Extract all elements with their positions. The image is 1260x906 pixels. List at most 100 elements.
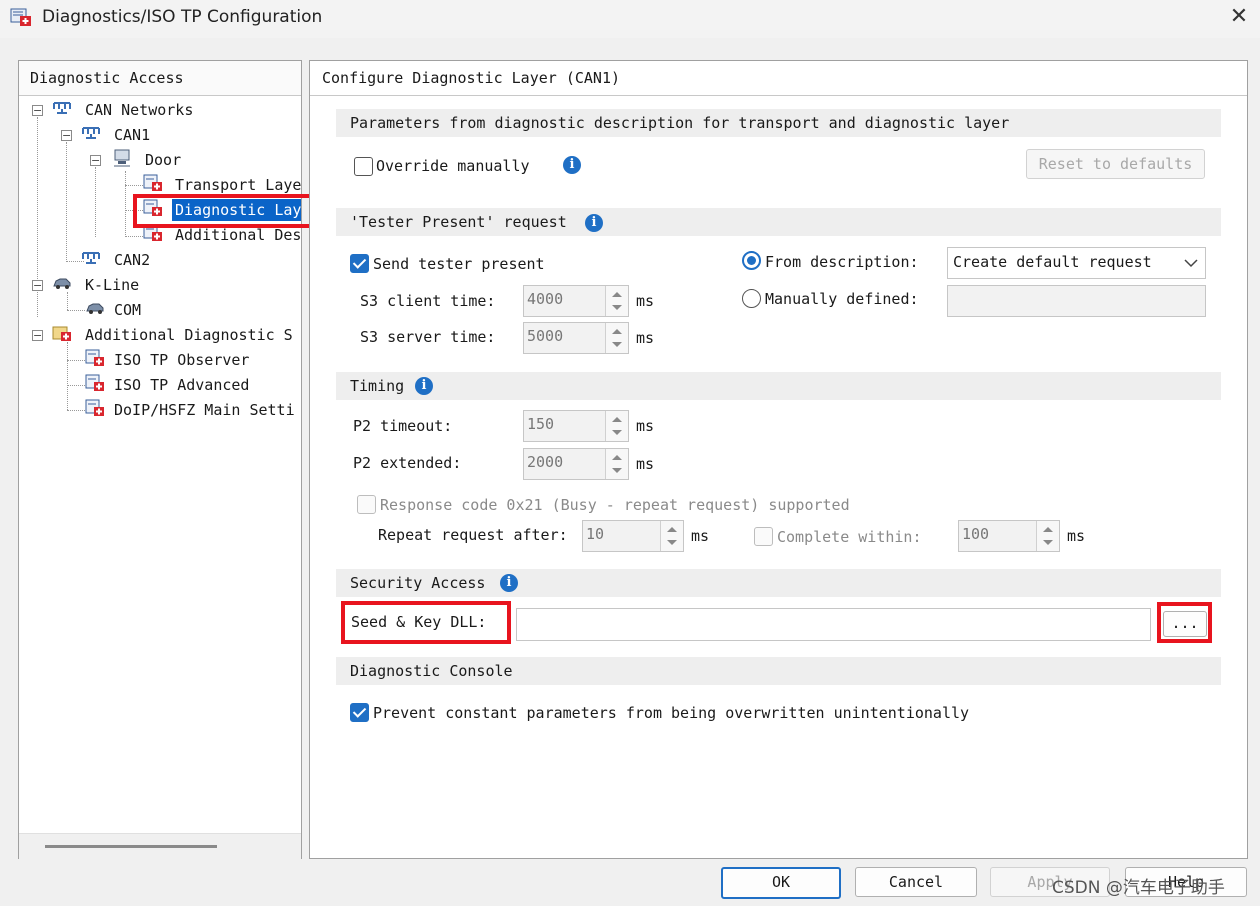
spin-value: 4000 — [527, 290, 564, 308]
repeat-request-label: Repeat request after: — [378, 526, 568, 544]
unit-label: ms — [1067, 527, 1086, 545]
scrollbar-thumb[interactable] — [45, 845, 217, 848]
seed-key-dll-field[interactable] — [516, 608, 1151, 641]
from-description-radio[interactable] — [742, 251, 761, 270]
tree-item-door[interactable]: Door — [145, 151, 181, 169]
spin-down-icon[interactable] — [612, 342, 622, 347]
complete-within-stepper[interactable]: 100 — [958, 520, 1060, 552]
tree-item-can-networks[interactable]: CAN Networks — [85, 101, 193, 119]
tree-item-doip-hsfz[interactable]: DoIP/HSFZ Main Setti — [114, 401, 301, 419]
response-code-label: Response code 0x21 (Busy - repeat reques… — [380, 496, 850, 514]
info-icon[interactable]: i — [585, 214, 603, 232]
send-tester-present-label: Send tester present — [373, 255, 545, 273]
collapse-additional-diagnostic[interactable]: − — [32, 330, 43, 341]
prevent-overwrite-checkbox[interactable] — [350, 703, 369, 722]
send-tester-present-checkbox[interactable] — [350, 254, 369, 273]
spin-buttons[interactable] — [1036, 521, 1059, 551]
tree-item-isotp-observer[interactable]: ISO TP Observer — [114, 351, 249, 369]
network-icon — [82, 127, 100, 139]
spin-up-icon[interactable] — [612, 329, 622, 334]
tree-item-can2[interactable]: CAN2 — [114, 251, 150, 269]
panel-header: Diagnostic Access — [19, 61, 301, 96]
tree-item-com[interactable]: COM — [114, 301, 141, 319]
unit-label: ms — [636, 292, 655, 310]
spin-buttons[interactable] — [605, 286, 628, 316]
reset-to-defaults-button[interactable]: Reset to defaults — [1026, 149, 1205, 179]
tree-item-kline[interactable]: K-Line — [85, 276, 139, 294]
manually-defined-field[interactable] — [947, 285, 1206, 317]
spin-value: 150 — [527, 415, 555, 433]
manually-defined-label: Manually defined: — [765, 290, 919, 308]
spin-buttons[interactable] — [660, 521, 683, 551]
horizontal-scrollbar[interactable] — [19, 833, 301, 859]
spin-up-icon[interactable] — [667, 527, 677, 532]
spin-value: 2000 — [527, 453, 564, 471]
complete-within-checkbox[interactable] — [754, 527, 773, 546]
section-parameters: Parameters from diagnostic description f… — [336, 109, 1221, 137]
p2-timeout-stepper[interactable]: 150 — [523, 410, 629, 442]
p2-extended-label: P2 extended: — [353, 454, 462, 472]
panel-header-label: Diagnostic Access — [30, 69, 184, 87]
info-icon[interactable]: i — [415, 377, 433, 395]
title-bar: Diagnostics/ISO TP Configuration ✕ — [0, 0, 1260, 38]
tree-item-can1[interactable]: CAN1 — [114, 126, 150, 144]
spin-up-icon[interactable] — [612, 417, 622, 422]
spin-down-icon[interactable] — [667, 540, 677, 545]
highlight-box-tree — [133, 194, 321, 228]
collapse-door[interactable]: − — [90, 155, 101, 166]
collapse-can-networks[interactable]: − — [32, 105, 43, 116]
info-icon[interactable]: i — [563, 156, 581, 174]
spin-down-icon[interactable] — [612, 468, 622, 473]
p2-timeout-label: P2 timeout: — [353, 417, 453, 435]
spin-buttons[interactable] — [605, 449, 628, 479]
app-icon — [10, 8, 31, 26]
diagnostic-access-panel: Diagnostic Access − − − − − CAN Networks… — [18, 60, 302, 859]
s3-client-time-stepper[interactable]: 4000 — [523, 285, 629, 317]
config-doc-icon — [143, 174, 162, 191]
tree-item-transport-layer[interactable]: Transport Laye — [175, 176, 301, 194]
close-button[interactable]: ✕ — [1222, 2, 1256, 32]
config-doc-icon — [85, 399, 104, 416]
manually-defined-radio[interactable] — [742, 289, 761, 308]
section-title: Diagnostic Console — [350, 662, 513, 680]
spin-down-icon[interactable] — [612, 305, 622, 310]
tree-item-additional-descriptions[interactable]: Additional Des — [175, 226, 301, 244]
panel-header: Configure Diagnostic Layer (CAN1) — [310, 61, 1247, 96]
p2-extended-stepper[interactable]: 2000 — [523, 448, 629, 480]
spin-up-icon[interactable] — [612, 455, 622, 460]
car-icon — [53, 278, 71, 289]
prevent-overwrite-label: Prevent constant parameters from being o… — [373, 704, 970, 722]
ok-button[interactable]: OK — [721, 867, 841, 899]
config-doc-icon — [85, 374, 104, 391]
spin-value: 10 — [586, 525, 605, 543]
collapse-kline[interactable]: − — [32, 280, 43, 291]
spin-up-icon[interactable] — [612, 292, 622, 297]
dropdown-value: Create default request — [953, 253, 1152, 271]
spin-down-icon[interactable] — [612, 430, 622, 435]
spin-buttons[interactable] — [605, 323, 628, 353]
unit-label: ms — [636, 417, 655, 435]
complete-within-label: Complete within: — [777, 528, 922, 546]
tree-item-isotp-advanced[interactable]: ISO TP Advanced — [114, 376, 249, 394]
car-icon — [86, 303, 104, 314]
unit-label: ms — [691, 527, 710, 545]
ecu-icon — [114, 149, 130, 167]
info-icon[interactable]: i — [500, 574, 518, 592]
response-code-checkbox[interactable] — [357, 495, 376, 514]
request-dropdown[interactable]: Create default request — [947, 247, 1206, 279]
spin-down-icon[interactable] — [1043, 540, 1053, 545]
cancel-button[interactable]: Cancel — [855, 867, 977, 897]
s3-server-time-stepper[interactable]: 5000 — [523, 322, 629, 354]
spin-buttons[interactable] — [605, 411, 628, 441]
chevron-down-icon — [1184, 259, 1198, 268]
section-tester-present: 'Tester Present' request — [336, 208, 1221, 236]
repeat-request-stepper[interactable]: 10 — [582, 520, 684, 552]
collapse-can1[interactable]: − — [61, 130, 72, 141]
config-doc-icon — [85, 349, 104, 366]
spin-value: 5000 — [527, 327, 564, 345]
spin-up-icon[interactable] — [1043, 527, 1053, 532]
override-manually-checkbox[interactable] — [354, 157, 373, 176]
unit-label: ms — [636, 455, 655, 473]
tree-item-additional-diagnostic-settings[interactable]: Additional Diagnostic S — [85, 326, 301, 344]
s3-server-time-label: S3 server time: — [360, 328, 496, 346]
